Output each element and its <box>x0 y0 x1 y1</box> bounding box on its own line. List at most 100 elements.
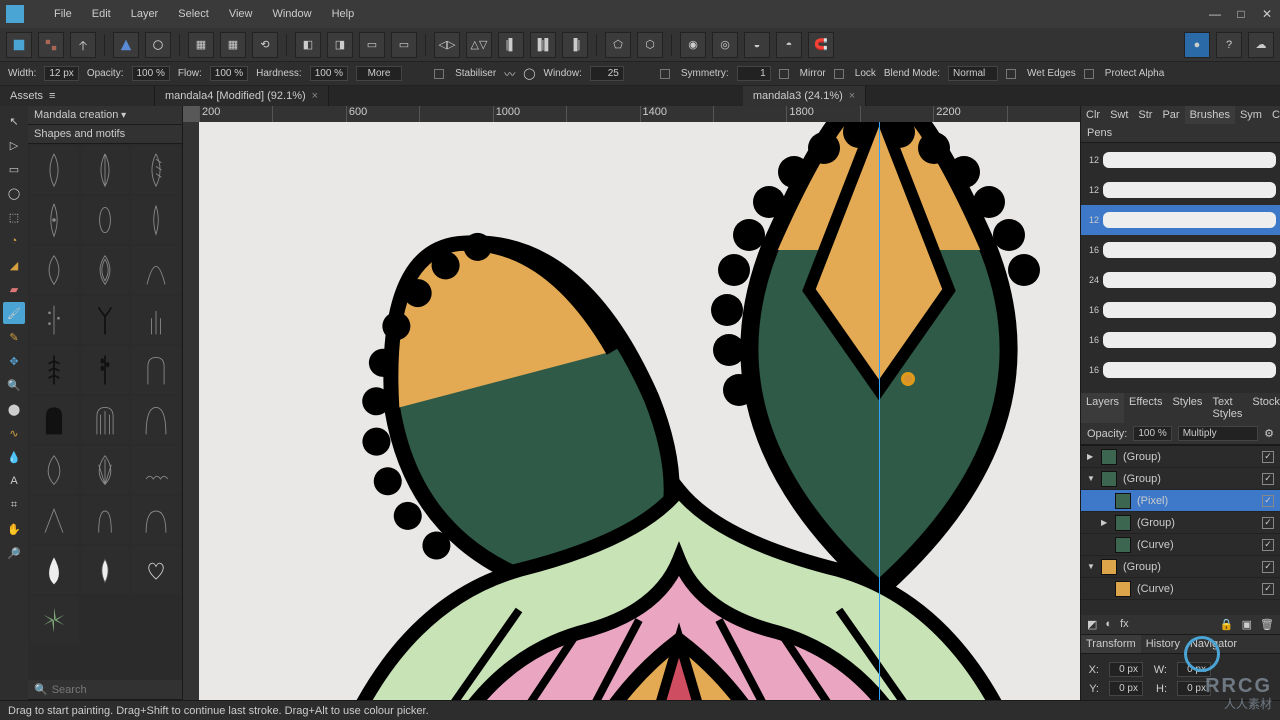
layers-blend-select[interactable]: Multiply <box>1178 426 1258 441</box>
tab-clr[interactable]: Clr <box>1081 106 1105 124</box>
assets-search[interactable]: 🔍 Search <box>28 680 182 700</box>
toolbar-snap[interactable]: ▦ <box>188 32 214 58</box>
toolbar-order2[interactable]: ◨ <box>327 32 353 58</box>
tab-sym[interactable]: Sym <box>1235 106 1267 124</box>
asset-wide-leaf[interactable] <box>30 246 79 294</box>
toolbar-shape[interactable] <box>113 32 139 58</box>
toolbar-order3[interactable]: ▭ <box>359 32 385 58</box>
assets-subcategory[interactable]: Shapes and motifs <box>28 125 182 144</box>
more-button[interactable]: More <box>356 66 402 81</box>
asset-star-leaf[interactable] <box>30 596 79 644</box>
asset-leaf-outline[interactable] <box>30 146 79 194</box>
layer-row[interactable]: ▶(Group)✓ <box>1081 446 1280 468</box>
assets-tab[interactable]: Assets ≡ <box>0 86 155 106</box>
asset-scallop[interactable] <box>131 446 180 494</box>
layer-row[interactable]: ▼(Group)✓ <box>1081 556 1280 578</box>
toolbar-snap2[interactable]: ▦ <box>220 32 246 58</box>
lock-checkbox[interactable] <box>834 69 844 79</box>
flow-field[interactable]: 100 % <box>210 66 248 81</box>
asset-teardrop-solid[interactable] <box>30 546 79 594</box>
tab-str[interactable]: Str <box>1133 106 1157 124</box>
layer-fx-icon[interactable]: fx <box>1120 618 1129 631</box>
tab-effects[interactable]: Effects <box>1124 393 1167 423</box>
tab-styles[interactable]: Styles <box>1167 393 1207 423</box>
crop-tool[interactable]: ⌗ <box>3 494 25 516</box>
smudge-tool[interactable]: ∿ <box>3 422 25 444</box>
tab-brushes[interactable]: Brushes <box>1185 106 1235 124</box>
asset-arch-lines[interactable] <box>81 396 130 444</box>
toolbar-boolean2[interactable]: ◎ <box>712 32 738 58</box>
asset-sprout[interactable] <box>81 296 130 344</box>
hardness-field[interactable]: 100 % <box>310 66 348 81</box>
asset-triple-stem[interactable] <box>131 296 180 344</box>
stabiliser-checkbox[interactable] <box>434 69 444 79</box>
layers-opacity-field[interactable]: 100 % <box>1133 426 1171 441</box>
node-tool[interactable]: ▷ <box>3 134 25 156</box>
toolbar-help-icon[interactable]: ? <box>1216 32 1242 58</box>
asset-leaf-veined[interactable] <box>81 146 130 194</box>
asset-arch-thin[interactable] <box>81 496 130 544</box>
assets-category-select[interactable]: Mandala creation ▾ <box>28 106 182 125</box>
asset-petal-outline[interactable] <box>81 246 130 294</box>
brush-preset[interactable]: 16 <box>1081 235 1280 265</box>
symmetry-field[interactable]: 1 <box>737 66 771 81</box>
toolbar-geom1[interactable]: ⬠ <box>605 32 631 58</box>
asset-arch-fill[interactable] <box>30 396 79 444</box>
pencil-tool[interactable]: ✎ <box>3 326 25 348</box>
toolbar-align-r[interactable]: ▐| <box>562 32 588 58</box>
paint-brush-tool[interactable]: 🖌 <box>3 302 25 324</box>
toolbar-cloud-icon[interactable]: ☁ <box>1248 32 1274 58</box>
brush-category-select[interactable]: Pens <box>1081 124 1280 143</box>
minimize-button[interactable]: — <box>1208 7 1222 21</box>
asset-fern[interactable] <box>30 346 79 394</box>
brush-preset[interactable]: 12 <box>1081 175 1280 205</box>
gradient-tool[interactable]: ◢ <box>3 254 25 276</box>
toolbar-convert[interactable] <box>145 32 171 58</box>
brush-preset[interactable]: 12 <box>1081 145 1280 175</box>
persona-pixel-icon[interactable] <box>38 32 64 58</box>
asset-pointed-leaf[interactable] <box>30 196 79 244</box>
zoom-tool[interactable]: 🔍 <box>3 374 25 396</box>
toolbar-snap3[interactable]: ⟲ <box>252 32 278 58</box>
xform-x[interactable]: 0 px <box>1109 662 1143 677</box>
menu-window[interactable]: Window <box>272 8 311 20</box>
mirror-checkbox[interactable] <box>779 69 789 79</box>
opacity-field[interactable]: 100 % <box>132 66 170 81</box>
blendmode-select[interactable]: Normal <box>948 66 998 81</box>
text-tool[interactable]: A <box>3 470 25 492</box>
asset-onion-outline[interactable] <box>30 446 79 494</box>
tab-par[interactable]: Par <box>1157 106 1184 124</box>
asset-stem-dots[interactable] <box>30 296 79 344</box>
toolbar-order1[interactable]: ◧ <box>295 32 321 58</box>
menu-view[interactable]: View <box>229 8 253 20</box>
rect-tool[interactable]: ▭ <box>3 158 25 180</box>
toolbar-order4[interactable]: ▭ <box>391 32 417 58</box>
hand-tool[interactable]: ✋ <box>3 518 25 540</box>
layer-row[interactable]: (Curve)✓ <box>1081 578 1280 600</box>
asset-arch[interactable] <box>131 346 180 394</box>
persona-export-icon[interactable] <box>70 32 96 58</box>
layer-row[interactable]: ▶(Group)✓ <box>1081 512 1280 534</box>
layer-delete-icon[interactable]: 🗑 <box>1260 618 1274 631</box>
tab-layers[interactable]: Layers <box>1081 393 1124 423</box>
asset-wheat[interactable] <box>81 346 130 394</box>
asset-leaf-ribbed[interactable] <box>131 146 180 194</box>
blur-tool[interactable]: 💧 <box>3 446 25 468</box>
layer-mask-icon[interactable]: ◩ <box>1087 618 1097 631</box>
ink-tool[interactable]: ✥ <box>3 350 25 372</box>
magnifier-tool[interactable]: 🔎 <box>3 542 25 564</box>
pan-tool[interactable]: ⬤ <box>3 398 25 420</box>
window-field[interactable]: 25 <box>590 66 624 81</box>
toolbar-boolean1[interactable]: ◉ <box>680 32 706 58</box>
brush-preset[interactable]: 16 <box>1081 355 1280 385</box>
symmetry-checkbox[interactable] <box>660 69 670 79</box>
toolbar-snapping[interactable]: 🧲 <box>808 32 834 58</box>
doc-tab-1[interactable]: mandala4 [Modified] (92.1%) × <box>155 86 329 106</box>
menu-help[interactable]: Help <box>332 8 355 20</box>
canvas[interactable] <box>199 122 1080 700</box>
ellipse-tool[interactable]: ◯ <box>3 182 25 204</box>
asset-heart-outline[interactable] <box>131 546 180 594</box>
toolbar-align-c[interactable]: ▐|▌ <box>530 32 556 58</box>
assets-tab-menu-icon[interactable]: ≡ <box>49 90 55 102</box>
toolbar-boolean3[interactable]: ◒ <box>744 32 770 58</box>
